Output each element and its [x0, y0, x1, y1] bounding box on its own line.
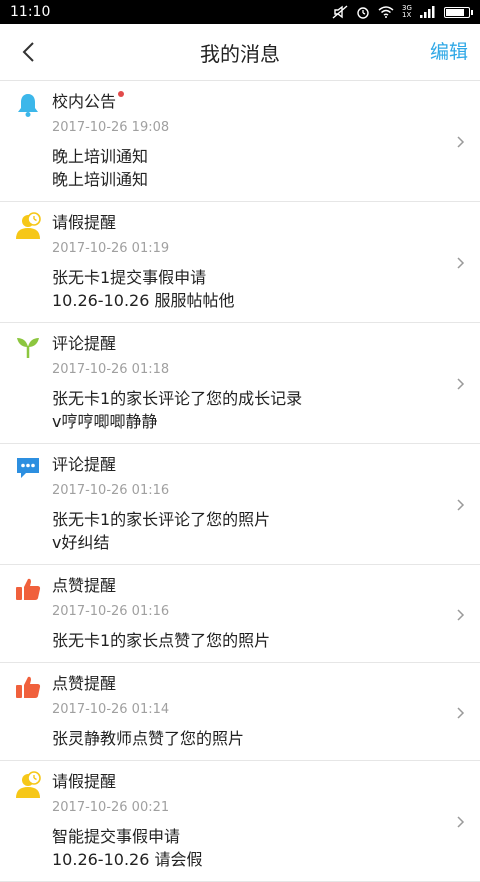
- message-title: 评论提醒: [52, 333, 116, 355]
- page-title: 我的消息: [200, 41, 280, 66]
- chat-bubble-icon: [14, 454, 42, 482]
- bell-icon: [14, 91, 42, 119]
- status-icons: 3G 1X: [332, 4, 473, 19]
- message-time: 2017-10-26 01:18: [52, 362, 170, 377]
- message-line: 张无卡1的家长评论了您的照片: [52, 510, 271, 529]
- leave-request-icon: [14, 771, 42, 799]
- message-line: 晚上培训通知: [52, 170, 149, 189]
- message-item[interactable]: 评论提醒 2017-10-26 01:18 张无卡1的家长评论了您的成长记录 v哼哼唧…: [0, 323, 480, 444]
- message-list: 校内公告 2017-10-26 19:08 晚上培训通知 晚上培训通知 请假提醒 2017…: [0, 81, 480, 882]
- chevron-right-icon: [454, 814, 468, 828]
- message-item[interactable]: 校内公告 2017-10-26 19:08 晚上培训通知 晚上培训通知: [0, 81, 480, 202]
- message-body: 张无卡1的家长评论了您的照片 v好纠结: [52, 508, 440, 554]
- message-time: 2017-10-26 00:21: [52, 800, 170, 815]
- message-body: 张无卡1提交事假申请 10.26-10.26 服服帖帖他: [52, 266, 440, 312]
- message-title-text: 请假提醒: [52, 213, 117, 232]
- nav-bar: 我的消息 编辑: [0, 24, 480, 81]
- message-title-text: 校内公告: [52, 92, 117, 111]
- message-title-text: 点赞提醒: [52, 674, 117, 693]
- message-line: 张无卡1的家长评论了您的成长记录: [52, 389, 303, 408]
- message-line: 10.26-10.26 服服帖帖他: [52, 291, 235, 310]
- message-body: 张无卡1的家长评论了您的成长记录 v哼哼唧唧静静: [52, 387, 440, 433]
- message-title: 点赞提醒: [52, 575, 116, 597]
- message-time: 2017-10-26 01:14: [52, 702, 170, 717]
- message-title: 请假提醒: [52, 212, 116, 234]
- message-body: 晚上培训通知 晚上培训通知: [52, 145, 440, 191]
- message-time: 2017-10-26 19:08: [52, 120, 170, 135]
- thumbs-up-icon: [14, 575, 42, 603]
- message-line: 10.26-10.26 请会假: [52, 850, 203, 869]
- message-line: v好纠结: [52, 533, 110, 552]
- chevron-right-icon: [454, 376, 468, 390]
- chevron-right-icon: [454, 705, 468, 719]
- message-time: 2017-10-26 01:16: [52, 483, 170, 498]
- message-title: 点赞提醒: [52, 673, 116, 695]
- message-line: 智能提交事假申请: [52, 827, 181, 846]
- back-button[interactable]: [8, 32, 48, 72]
- message-time: 2017-10-26 01:19: [52, 241, 170, 256]
- unread-dot: [118, 91, 125, 97]
- message-title-text: 点赞提醒: [52, 576, 117, 595]
- signal-icon: [420, 6, 435, 18]
- message-title: 校内公告: [52, 91, 125, 113]
- mute-icon: [332, 5, 348, 19]
- message-line: 张灵静教师点赞了您的照片: [52, 729, 245, 748]
- message-title-text: 评论提醒: [52, 334, 117, 353]
- alarm-icon: [357, 7, 369, 19]
- message-body: 智能提交事假申请 10.26-10.26 请会假: [52, 825, 440, 871]
- message-title: 评论提醒: [52, 454, 116, 476]
- battery-icon: [444, 6, 473, 18]
- wifi-icon: [378, 6, 394, 18]
- message-title-text: 请假提醒: [52, 772, 117, 791]
- chevron-right-icon: [454, 255, 468, 269]
- message-line: 张无卡1的家长点赞了您的照片: [52, 631, 271, 650]
- status-time: 11:10: [10, 4, 51, 20]
- chevron-right-icon: [454, 134, 468, 148]
- message-item[interactable]: 请假提醒 2017-10-26 00:21 智能提交事假申请 10.26-10.26 …: [0, 761, 480, 882]
- message-title: 请假提醒: [52, 771, 116, 793]
- network-label: 3G 1X: [402, 4, 412, 19]
- message-item[interactable]: 点赞提醒 2017-10-26 01:14 张灵静教师点赞了您的照片: [0, 663, 480, 761]
- message-title-text: 评论提醒: [52, 455, 117, 474]
- back-arrow-icon: [22, 42, 34, 62]
- thumbs-up-icon: [14, 673, 42, 701]
- leave-request-icon: [14, 212, 42, 240]
- message-item[interactable]: 请假提醒 2017-10-26 01:19 张无卡1提交事假申请 10.26-10.2…: [0, 202, 480, 323]
- message-line: v哼哼唧唧静静: [52, 412, 158, 431]
- edit-button[interactable]: 编辑: [430, 37, 468, 64]
- status-bar: 11:10 3G 1X: [0, 0, 480, 24]
- message-body: 张无卡1的家长点赞了您的照片: [52, 629, 440, 652]
- message-item[interactable]: 评论提醒 2017-10-26 01:16 张无卡1的家长评论了您的照片 v好纠结: [0, 444, 480, 565]
- message-line: 张无卡1提交事假申请: [52, 268, 207, 287]
- message-item[interactable]: 点赞提醒 2017-10-26 01:16 张无卡1的家长点赞了您的照片: [0, 565, 480, 663]
- message-line: 晚上培训通知: [52, 147, 149, 166]
- message-time: 2017-10-26 01:16: [52, 604, 170, 619]
- sprout-icon: [14, 333, 42, 361]
- message-body: 张灵静教师点赞了您的照片: [52, 727, 440, 750]
- chevron-right-icon: [454, 607, 468, 621]
- chevron-right-icon: [454, 497, 468, 511]
